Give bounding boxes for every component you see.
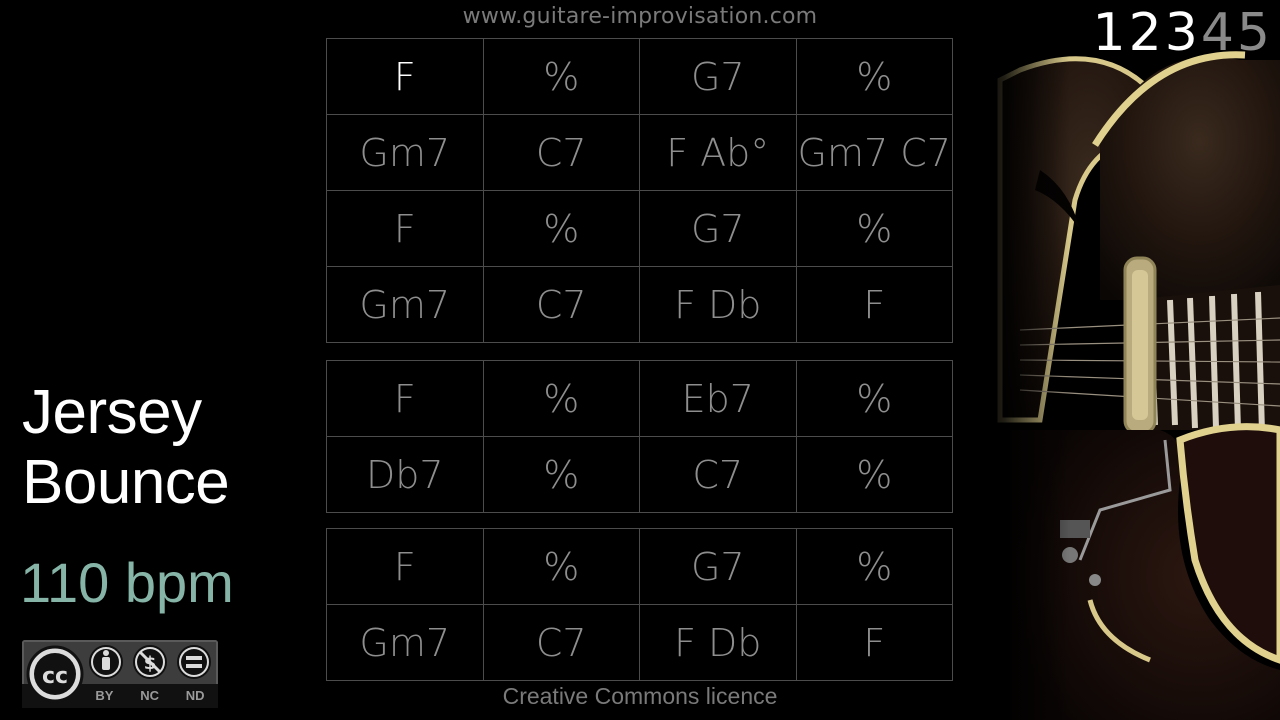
chord-cell: %	[795, 190, 953, 267]
grid-row: Db7 % C7 %	[326, 436, 953, 513]
grid-row: Gm7 C7 F Db F	[326, 266, 953, 343]
grid-row: F % Eb7 %	[326, 360, 953, 437]
grid-row: F % G7 %	[326, 528, 953, 605]
chorus-indicator: 1 2 3 4 5	[1093, 2, 1270, 64]
chorus-number-2: 2	[1128, 3, 1162, 63]
chord-grid-section-c: F % G7 % Gm7 C7 F Db F	[326, 528, 953, 681]
chorus-number-5: 5	[1236, 3, 1270, 63]
chord-cell-current: F	[326, 38, 484, 115]
cc-badge-labels: BY NC ND	[82, 688, 218, 703]
cc-by-label: BY	[95, 688, 114, 703]
chorus-number-1: 1	[1092, 3, 1126, 63]
chord-cell: F Ab°	[639, 114, 797, 191]
chord-cell: F	[795, 604, 953, 681]
song-title: Jersey Bounce	[22, 378, 230, 518]
chord-cell: Gm7	[326, 114, 484, 191]
chord-cell: %	[482, 528, 640, 605]
license-caption: Creative Commons licence	[502, 683, 778, 709]
chord-cell: %	[482, 190, 640, 267]
site-url: www.guitare-improvisation.com	[462, 4, 818, 29]
chorus-number-4: 4	[1200, 3, 1234, 63]
chord-cell: %	[795, 528, 953, 605]
chord-cell: G7	[639, 528, 797, 605]
chord-cell: Eb7	[639, 360, 797, 437]
chord-cell: %	[482, 436, 640, 513]
song-title-line-1: Jersey	[22, 378, 202, 447]
chord-cell: F Db	[639, 266, 797, 343]
cc-nd-label: ND	[185, 688, 205, 703]
chord-cell: F	[326, 360, 484, 437]
chord-cell: C7	[639, 436, 797, 513]
chord-cell: %	[795, 360, 953, 437]
chord-cell: Db7	[326, 436, 484, 513]
chord-cell: C7	[482, 114, 640, 191]
grid-row: Gm7 C7 F Db F	[326, 604, 953, 681]
song-title-line-2: Bounce	[22, 448, 230, 517]
svg-text:cc: cc	[42, 664, 68, 689]
chord-cell: F	[326, 528, 484, 605]
chord-grid-section-a: F % G7 % Gm7 C7 F Ab° Gm7 C7 F % G7 % Gm…	[326, 38, 953, 343]
grid-row: F % G7 %	[326, 190, 953, 267]
chord-cell: F Db	[639, 604, 797, 681]
chord-cell: Gm7 C7	[795, 114, 953, 191]
chord-cell: %	[795, 436, 953, 513]
cc-license-badge: cc $ BY NC ND	[22, 640, 218, 708]
chord-cell: %	[795, 38, 953, 115]
grid-row: F % G7 %	[326, 38, 953, 115]
chorus-number-3: 3	[1164, 3, 1198, 63]
chord-cell: C7	[482, 604, 640, 681]
chord-grid-section-b: F % Eb7 % Db7 % C7 %	[326, 360, 953, 513]
chord-cell: F	[326, 190, 484, 267]
cc-nc-label: NC	[140, 688, 160, 703]
chord-cell: F	[795, 266, 953, 343]
chord-cell: G7	[639, 38, 797, 115]
chord-cell: C7	[482, 266, 640, 343]
chord-cell: %	[482, 360, 640, 437]
chord-cell: %	[482, 38, 640, 115]
tempo-label: 110 bpm	[20, 551, 234, 614]
chord-cell: G7	[639, 190, 797, 267]
chord-cell: Gm7	[326, 604, 484, 681]
grid-row: Gm7 C7 F Ab° Gm7 C7	[326, 114, 953, 191]
chord-cell: Gm7	[326, 266, 484, 343]
guitar-image	[980, 0, 1280, 720]
